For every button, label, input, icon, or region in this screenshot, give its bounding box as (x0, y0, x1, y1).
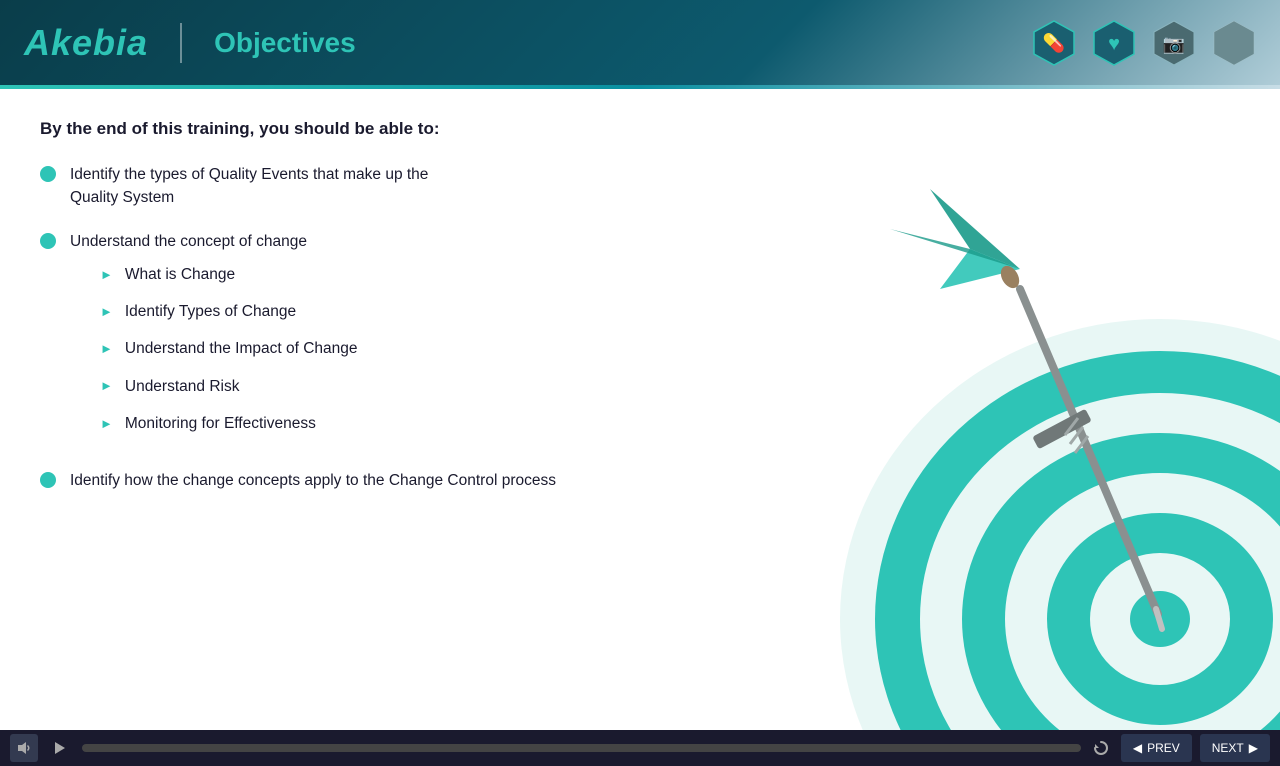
arrow-icon: ► (100, 265, 113, 285)
dart-target-illustration (640, 89, 1280, 730)
arrow-icon: ► (100, 414, 113, 434)
logo-text: Akebia (24, 22, 148, 64)
bottom-bar: ◀ PREV NEXT ▶ (0, 730, 1280, 766)
bullet-text: Identify the types of Quality Events tha… (70, 163, 660, 210)
prev-arrow: ◀ (1133, 741, 1142, 755)
content-area: By the end of this training, you should … (0, 89, 700, 730)
bullet-text: Identify how the change concepts apply t… (70, 469, 660, 492)
prev-label: PREV (1147, 741, 1180, 755)
sub-list-item: ► Monitoring for Effectiveness (100, 412, 660, 435)
volume-button[interactable] (10, 734, 38, 762)
next-label: NEXT (1212, 741, 1244, 755)
sub-item-text: Monitoring for Effectiveness (125, 412, 316, 435)
svg-text:📷: 📷 (1163, 34, 1185, 54)
prev-button[interactable]: ◀ PREV (1121, 734, 1192, 762)
sub-list-item: ► Identify Types of Change (100, 300, 660, 323)
main-content: By the end of this training, you should … (0, 89, 1280, 730)
hexagon-decorative-icon (1208, 17, 1260, 69)
next-button[interactable]: NEXT ▶ (1200, 734, 1270, 762)
bullet-dot (40, 472, 56, 488)
sub-list-item: ► What is Change (100, 263, 660, 286)
sub-list: ► What is Change ► Identify Types of Cha… (70, 263, 660, 435)
list-item: Identify the types of Quality Events tha… (40, 163, 660, 210)
bullet-text-with-sub: Understand the concept of change ► What … (70, 230, 660, 450)
intro-text: By the end of this training, you should … (40, 119, 660, 139)
header: Akebia Objectives 💊 ♥ 📷 (0, 0, 1280, 85)
logo-area: Akebia Objectives (24, 22, 356, 64)
list-item: Understand the concept of change ► What … (40, 230, 660, 450)
refresh-button[interactable] (1089, 736, 1113, 760)
sub-item-text: Understand Risk (125, 375, 240, 398)
svg-text:💊: 💊 (1043, 32, 1065, 54)
objectives-list: Identify the types of Quality Events tha… (40, 163, 660, 492)
list-item: Identify how the change concepts apply t… (40, 469, 660, 492)
play-button[interactable] (46, 734, 74, 762)
sub-list-item: ► Understand the Impact of Change (100, 337, 660, 360)
sub-item-text: Understand the Impact of Change (125, 337, 358, 360)
arrow-icon: ► (100, 302, 113, 322)
heart-monitor-icon: ♥ (1088, 17, 1140, 69)
bullet-label: Understand the concept of change (70, 233, 307, 250)
sub-list-item: ► Understand Risk (100, 375, 660, 398)
bullet-dot (40, 166, 56, 182)
progress-bar[interactable] (82, 744, 1081, 752)
sub-item-text: What is Change (125, 263, 235, 286)
next-arrow: ▶ (1249, 741, 1258, 755)
camera-icon: 📷 (1148, 17, 1200, 69)
svg-text:♥: ♥ (1108, 33, 1120, 55)
sub-item-text: Identify Types of Change (125, 300, 296, 323)
header-icons: 💊 ♥ 📷 (1028, 0, 1260, 85)
pill-icon: 💊 (1028, 17, 1080, 69)
arrow-icon: ► (100, 376, 113, 396)
header-divider (180, 23, 182, 63)
page-title: Objectives (214, 27, 356, 59)
bullet-dot (40, 233, 56, 249)
arrow-icon: ► (100, 339, 113, 359)
